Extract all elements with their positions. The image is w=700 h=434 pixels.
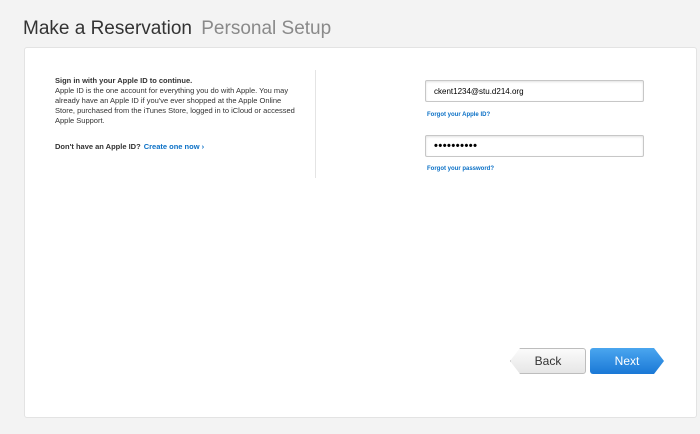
page-subtitle: Personal Setup (201, 18, 332, 39)
apple-id-input[interactable] (426, 81, 643, 102)
back-button[interactable]: Back (510, 348, 586, 374)
signin-info: Sign in with your Apple ID to continue. … (55, 76, 295, 152)
password-field[interactable] (425, 135, 644, 157)
no-account-question: Don't have an Apple ID? (55, 142, 141, 151)
apple-id-field[interactable] (425, 80, 644, 102)
create-apple-id-link[interactable]: Create one now › (144, 142, 204, 151)
signin-description: Apple ID is the one account for everythi… (55, 86, 295, 125)
column-divider (315, 70, 316, 178)
password-input[interactable] (426, 136, 643, 156)
signin-heading: Sign in with your Apple ID to continue. (55, 76, 193, 85)
signin-card: Sign in with your Apple ID to continue. … (24, 47, 697, 418)
next-button[interactable]: Next (590, 348, 664, 374)
page-heading: Make a Reservation Personal Setup (23, 18, 331, 40)
next-button-label: Next (614, 354, 640, 368)
forgot-apple-id-link[interactable]: Forgot your Apple ID? (427, 112, 490, 118)
page-title: Make a Reservation (23, 18, 192, 39)
forgot-password-link[interactable]: Forgot your password? (427, 166, 494, 172)
back-button-label: Back (534, 354, 562, 368)
no-account-row: Don't have an Apple ID? Create one now › (55, 142, 295, 152)
reservation-page: Make a Reservation Personal Setup Sign i… (0, 0, 700, 434)
